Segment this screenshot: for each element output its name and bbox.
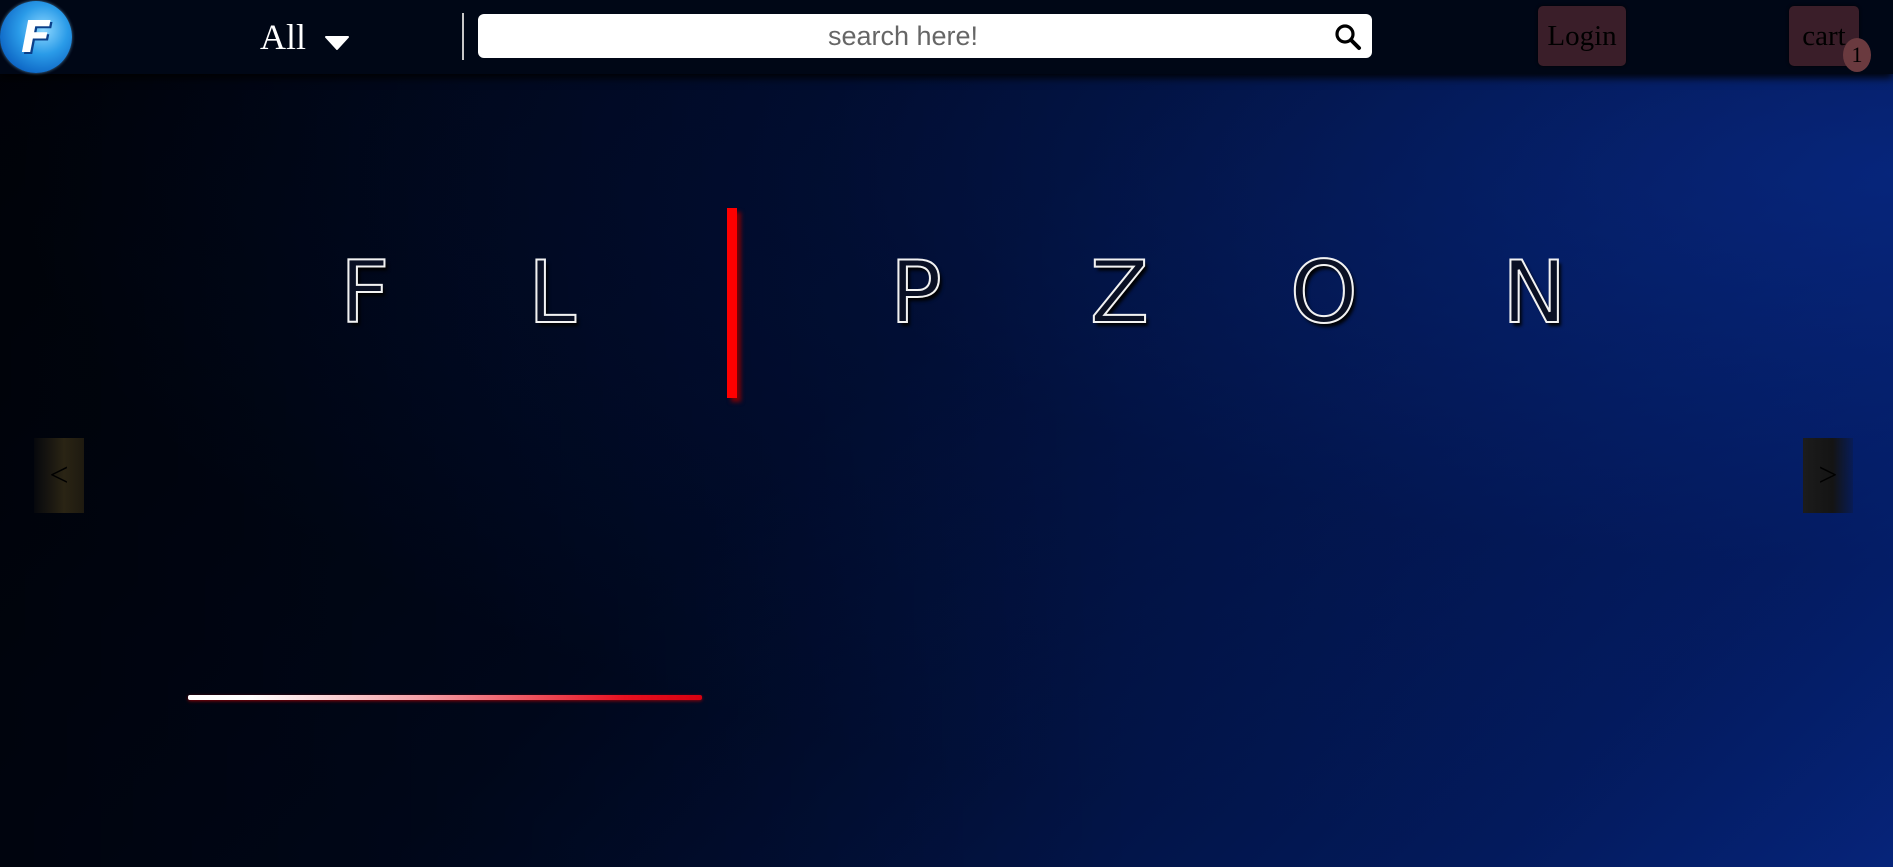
top-navigation-bar: F All Login cart 1 [0, 0, 1893, 74]
search-icon[interactable] [1334, 23, 1362, 51]
carousel-next-button[interactable]: > [1803, 438, 1853, 513]
carousel-progress-bar [188, 695, 830, 700]
chevron-down-icon [324, 18, 350, 60]
carousel-prev-button[interactable]: < [34, 438, 84, 513]
hero-letter: L [527, 243, 577, 343]
logo-letter: F [20, 11, 52, 63]
nav-divider [462, 13, 464, 60]
category-dropdown[interactable]: All [260, 14, 350, 60]
search-box [478, 14, 1372, 58]
logo-icon[interactable]: F [0, 1, 72, 73]
hero-letter: Z [1089, 243, 1150, 343]
category-label: All [260, 17, 307, 57]
login-button[interactable]: Login [1538, 6, 1626, 66]
search-input[interactable] [478, 14, 1328, 58]
hero-letter: N [1501, 243, 1567, 343]
typing-cursor [727, 208, 737, 398]
background [0, 0, 1893, 867]
hero-letter: O [1289, 243, 1359, 343]
hero-letter: P [889, 243, 943, 343]
hero-letter: F [339, 243, 390, 343]
carousel-progress-fill [188, 695, 702, 700]
cart-count-badge: 1 [1843, 38, 1871, 72]
